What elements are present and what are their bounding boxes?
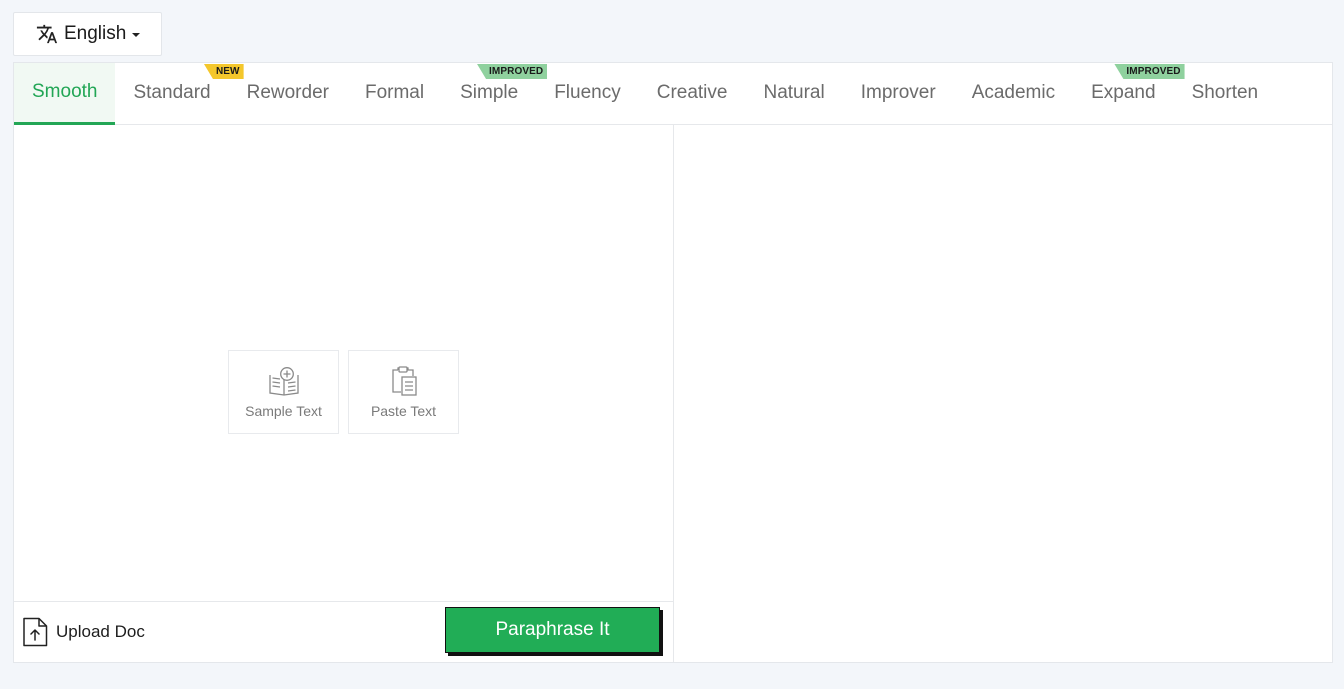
tab-fluency[interactable]: Fluency [536, 63, 639, 124]
tab-formal[interactable]: Formal [347, 63, 442, 124]
tab-improver[interactable]: Improver [843, 63, 954, 124]
tab-label: Academic [971, 81, 1056, 103]
tab-shorten[interactable]: Shorten [1174, 63, 1277, 124]
tab-label: Improver [860, 81, 936, 103]
tab-label: Formal [364, 81, 425, 103]
paste-text-label: Paste Text [370, 403, 437, 419]
sample-text-label: Sample Text [245, 403, 322, 419]
upload-doc-button[interactable]: Upload Doc [22, 616, 145, 648]
paste-text-button[interactable]: Paste Text [348, 350, 459, 434]
tab-natural[interactable]: Natural [745, 63, 842, 124]
caret-down-icon [132, 33, 141, 37]
paraphraser-panel: Smooth Standard NEW Reworder Formal Simp… [13, 62, 1333, 663]
tab-label: Reworder [246, 81, 329, 103]
input-pane[interactable]: Sample Text Paste Text Upload Doc Paraph… [14, 124, 674, 662]
mode-tabs: Smooth Standard NEW Reworder Formal Simp… [14, 63, 1332, 125]
upload-file-icon [23, 617, 48, 647]
tab-label: Creative [656, 81, 728, 103]
tab-smooth[interactable]: Smooth [14, 63, 116, 125]
tab-label: Fluency [554, 81, 621, 103]
tab-expand[interactable]: Expand IMPROVED [1073, 63, 1185, 124]
tab-label: Smooth [32, 80, 98, 102]
tab-label: Shorten [1191, 81, 1259, 103]
tab-academic[interactable]: Academic [954, 63, 1073, 124]
language-label: English [64, 23, 127, 44]
tab-label: Standard [133, 81, 211, 103]
clipboard-icon [391, 366, 417, 396]
tab-standard[interactable]: Standard NEW [115, 63, 244, 124]
translate-icon [36, 24, 58, 44]
sample-text-button[interactable]: Sample Text [228, 350, 339, 434]
input-toolbar: Upload Doc Paraphrase It [14, 601, 673, 662]
language-selector[interactable]: English [13, 12, 162, 56]
upload-doc-label: Upload Doc [56, 622, 145, 641]
tab-label: Expand [1091, 81, 1156, 103]
tab-simple[interactable]: Simple IMPROVED [442, 63, 548, 124]
paraphrase-button[interactable]: Paraphrase It [445, 607, 660, 653]
tab-creative[interactable]: Creative [639, 63, 746, 124]
output-pane [674, 124, 1332, 662]
book-add-icon [268, 367, 299, 396]
tab-reworder[interactable]: Reworder [229, 63, 347, 124]
tab-label: Natural [763, 81, 825, 103]
tab-label: Simple [460, 81, 519, 103]
